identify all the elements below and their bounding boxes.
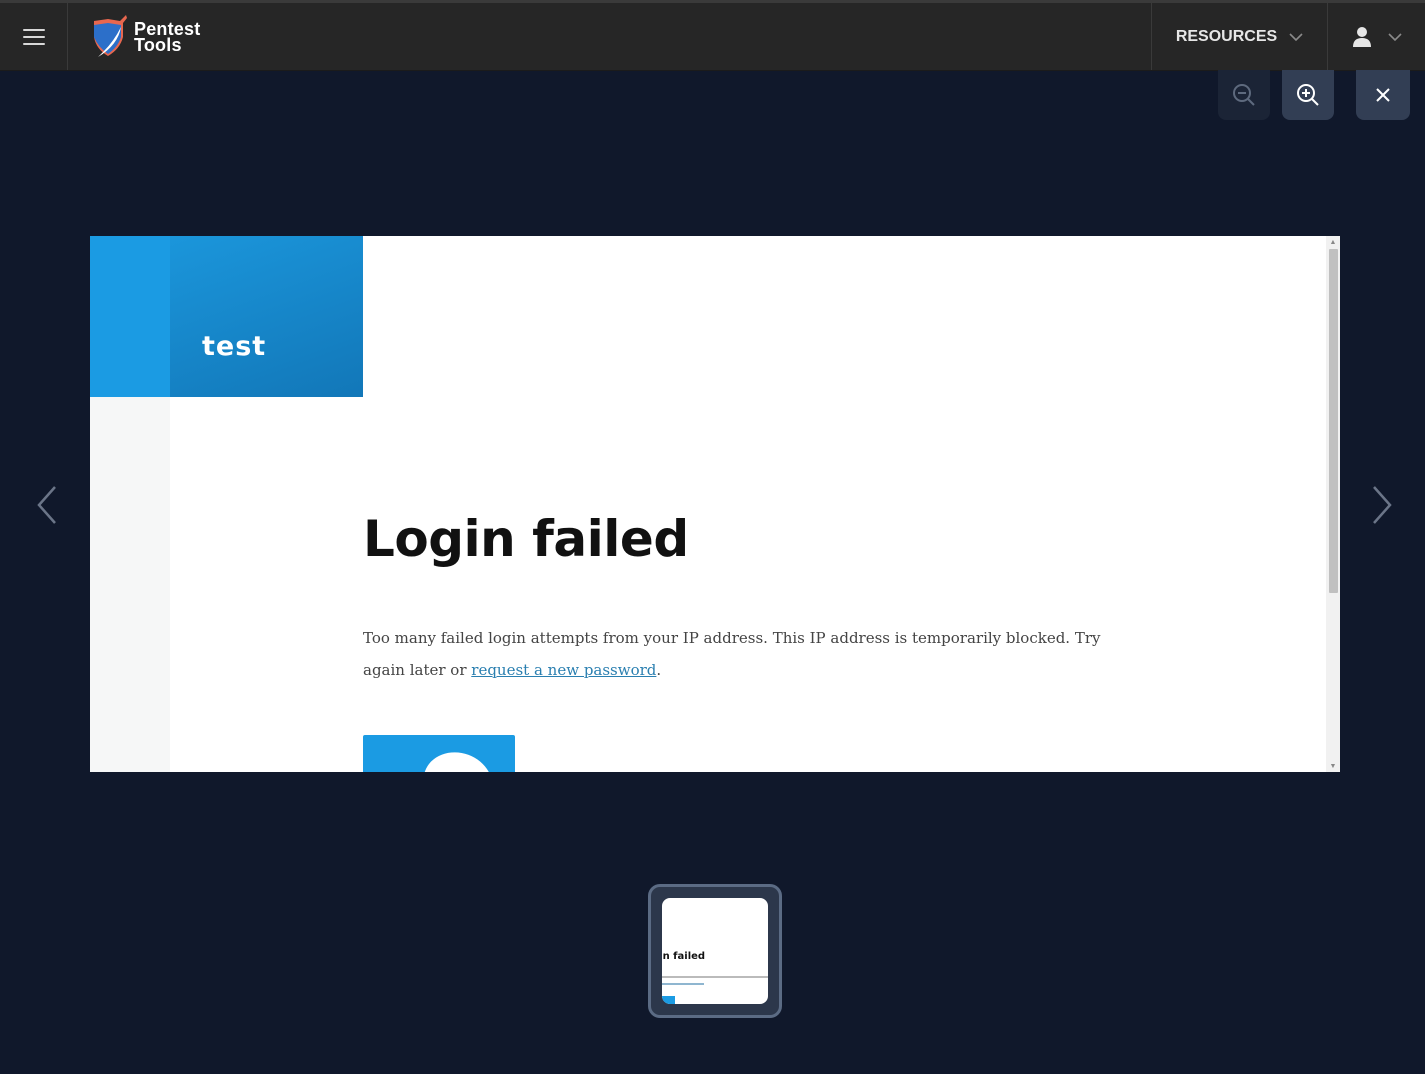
thumbnail-text-line [662, 976, 768, 978]
user-icon [1352, 26, 1371, 47]
page-title: Login failed [363, 510, 689, 568]
scroll-down-arrow[interactable]: ▼ [1326, 760, 1340, 772]
shield-logo-icon [94, 14, 127, 57]
hamburger-icon [22, 28, 45, 45]
site-logo-tile [363, 735, 515, 772]
resources-label: RESOURCES [1175, 27, 1278, 45]
chevron-down-icon [1289, 32, 1303, 41]
scroll-thumb[interactable] [1329, 249, 1338, 593]
chevron-left-icon [37, 486, 56, 524]
thumbnail-preview: gin failed [662, 898, 768, 1004]
logo-text: Pentest Tools [134, 20, 200, 55]
screenshot-thumbnail[interactable]: gin failed [648, 884, 782, 1018]
request-new-password-link[interactable]: request a new password [471, 661, 656, 679]
zoom-in-icon [1297, 84, 1319, 106]
scroll-up-arrow[interactable]: ▲ [1326, 236, 1340, 248]
thumbnail-tile [662, 996, 675, 1004]
close-icon [1376, 88, 1390, 102]
site-branding-block: test [170, 236, 363, 397]
zoom-in-button[interactable] [1282, 70, 1334, 120]
page-left-strip-header [90, 236, 170, 397]
pentest-tools-logo[interactable]: Pentest Tools [68, 3, 200, 70]
error-message: Too many failed login attempts from your… [363, 622, 1123, 686]
chevron-right-icon [1373, 486, 1392, 524]
viewer-scrollbar[interactable]: ▲ ▼ [1326, 236, 1340, 772]
previous-screenshot-button[interactable] [27, 480, 67, 530]
logo-line2: Tools [134, 34, 182, 55]
user-menu[interactable] [1327, 3, 1425, 70]
close-viewer-button[interactable] [1356, 70, 1410, 120]
chevron-down-icon [1387, 32, 1402, 41]
zoom-out-button[interactable] [1218, 70, 1270, 120]
error-message-end: . [656, 661, 662, 679]
screenshot-viewer: test Login failed Too many failed login … [90, 236, 1340, 772]
menu-button[interactable] [0, 3, 68, 70]
thumbnail-title: gin failed [662, 951, 706, 962]
site-name: test [202, 331, 267, 362]
swoosh-icon [414, 742, 502, 772]
resources-menu[interactable]: RESOURCES [1151, 3, 1327, 70]
thumbnail-link-line [662, 983, 704, 985]
top-navigation-bar: Pentest Tools RESOURCES [0, 0, 1425, 71]
zoom-out-icon [1233, 84, 1255, 106]
next-screenshot-button[interactable] [1362, 480, 1402, 530]
